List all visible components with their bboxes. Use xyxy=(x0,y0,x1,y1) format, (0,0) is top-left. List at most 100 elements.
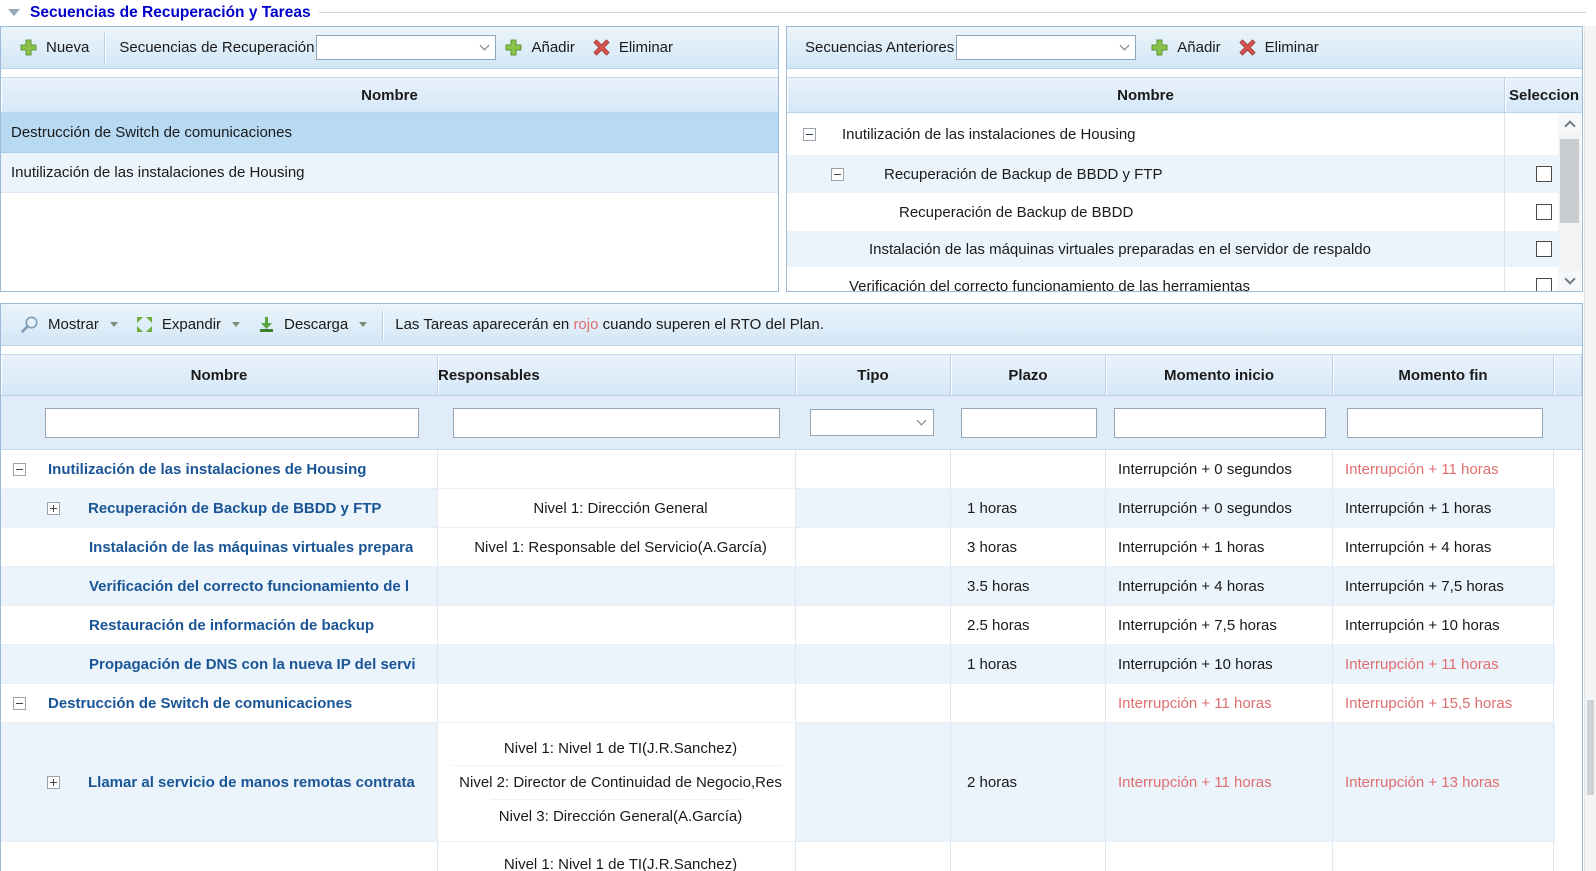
filter-nombre-input[interactable] xyxy=(45,408,419,438)
tasks-panel: Mostrar Expandir Descarga Las Tareas apa… xyxy=(0,303,1583,871)
tree-row[interactable]: Verificación del correcto funcionamiento… xyxy=(787,267,1582,291)
collapse-node-icon[interactable] xyxy=(803,128,816,141)
cell-tipo xyxy=(796,489,951,527)
cell-plazo xyxy=(951,684,1106,722)
plus-icon xyxy=(20,39,37,56)
recovery-toolbar: Nueva Secuencias de Recuperación Añadir … xyxy=(1,27,778,69)
select-checkbox[interactable] xyxy=(1536,166,1552,182)
column-header-tipo[interactable]: Tipo xyxy=(796,355,951,395)
task-tree-link[interactable]: Llamar al servicio de manos remotas cont… xyxy=(88,774,415,791)
scroll-up-button[interactable] xyxy=(1558,113,1581,133)
tree-row[interactable]: Recuperación de Backup de BBDD xyxy=(787,193,1582,231)
column-header-seleccion[interactable]: Seleccion xyxy=(1504,78,1582,112)
page-vertical-scrollbar[interactable] xyxy=(1584,26,1596,871)
filter-responsables-input[interactable] xyxy=(453,408,780,438)
recovery-sequences-panel: Nueva Secuencias de Recuperación Añadir … xyxy=(0,26,779,292)
task-name: Recuperación de Backup de BBDD y FTP xyxy=(884,166,1162,183)
collapse-node-icon[interactable] xyxy=(13,463,26,476)
scrollbar-thumb[interactable] xyxy=(1560,139,1579,223)
recovery-rows: Destrucción de Switch de comunicaciones … xyxy=(1,113,778,291)
filter-plazo-input[interactable] xyxy=(961,408,1097,438)
page-title: Secuencias de Recuperación y Tareas xyxy=(30,4,311,22)
task-row[interactable]: Instalación de las máquinas virtuales pr… xyxy=(1,528,1555,567)
show-menu-button[interactable]: Mostrar xyxy=(11,309,127,341)
task-name: Instalación de las máquinas virtuales pr… xyxy=(869,241,1371,258)
task-row[interactable]: Propagación de DNS con la nueva IP del s… xyxy=(1,645,1555,684)
task-tree-link[interactable]: Restauración de información de backup xyxy=(89,617,374,634)
task-tree-link[interactable]: Inutilización de las instalaciones de Ho… xyxy=(48,461,366,478)
task-tree-link[interactable]: Recuperación de Backup de BBDD y FTP xyxy=(88,500,381,517)
select-checkbox[interactable] xyxy=(1536,204,1552,220)
cell-responsables xyxy=(438,645,796,683)
cell-momento-inicio: Interrupción + 11 horas xyxy=(1106,684,1333,722)
cell-momento-fin: Interrupción + 4 horas xyxy=(1333,528,1554,566)
filter-momento-inicio-input[interactable] xyxy=(1114,408,1326,438)
table-row[interactable]: Inutilización de las instalaciones de Ho… xyxy=(1,153,778,193)
scroll-down-button[interactable] xyxy=(1558,271,1581,291)
add-sequence-button[interactable]: Añadir xyxy=(496,32,583,64)
collapse-node-icon[interactable] xyxy=(13,697,26,710)
collapse-node-icon[interactable] xyxy=(831,168,844,181)
task-row[interactable]: Verificación del correcto funcionamiento… xyxy=(1,567,1555,606)
column-header-momento-fin[interactable]: Momento fin xyxy=(1333,355,1554,395)
tree-row[interactable]: Inutilización de las instalaciones de Ho… xyxy=(787,113,1582,155)
task-tree-link[interactable]: Verificación del correcto funcionamiento… xyxy=(89,578,409,595)
responsable-entry: Nivel 2: Director de Continuidad de Nego… xyxy=(451,765,782,799)
column-header-nombre[interactable]: Nombre xyxy=(787,78,1504,112)
delete-sequence-button[interactable]: Eliminar xyxy=(584,32,682,64)
select-checkbox[interactable] xyxy=(1536,278,1552,291)
new-sequence-label: Nueva xyxy=(46,39,89,56)
add-previous-button[interactable]: Añadir xyxy=(1142,32,1229,64)
cell-momento-inicio: Interrupción + 10 horas xyxy=(1106,645,1333,683)
cell-momento-fin: Interrupción + 10 horas xyxy=(1333,606,1554,644)
responsable-entry: Nivel 3: Dirección General(A.García) xyxy=(491,799,742,833)
cell-momento-fin: Interrupción + 11 horas xyxy=(1333,450,1554,488)
sequence-name: Inutilización de las instalaciones de Ho… xyxy=(11,164,305,181)
tree-row[interactable]: Recuperación de Backup de BBDD y FTP xyxy=(787,155,1582,193)
task-row[interactable]: Recuperación de Backup de BBDD y FTP Niv… xyxy=(1,489,1555,528)
cell-plazo xyxy=(951,842,1106,871)
show-menu-label: Mostrar xyxy=(48,316,99,333)
tree-row[interactable]: Instalación de las máquinas virtuales pr… xyxy=(787,231,1582,267)
task-tree-link[interactable]: Instalación de las máquinas virtuales pr… xyxy=(89,539,413,556)
delete-previous-button[interactable]: Eliminar xyxy=(1230,32,1328,64)
select-checkbox[interactable] xyxy=(1536,241,1552,257)
column-header-momento-inicio[interactable]: Momento inicio xyxy=(1106,355,1333,395)
column-header-responsables[interactable]: Responsables xyxy=(438,355,796,395)
task-tree-link[interactable]: Propagación de DNS con la nueva IP del s… xyxy=(89,656,416,673)
cell-plazo: 1 horas xyxy=(951,489,1106,527)
task-row[interactable]: Destrucción de Switch de comunicaciones … xyxy=(1,684,1555,723)
chevron-down-icon xyxy=(917,416,927,426)
rto-notice-text: cuando superen el RTO del Plan. xyxy=(598,316,823,333)
column-header-nombre[interactable]: Nombre xyxy=(1,78,778,112)
task-row[interactable]: Inutilización de las instalaciones de Ho… xyxy=(1,450,1555,489)
scrollbar-thumb[interactable] xyxy=(1587,700,1594,795)
column-header-nombre[interactable]: Nombre xyxy=(1,355,438,395)
x-icon xyxy=(1239,39,1256,56)
expand-node-icon[interactable] xyxy=(47,502,60,515)
table-row[interactable]: Destrucción de Switch de comunicaciones xyxy=(1,113,778,153)
task-row[interactable]: Restauración de información de backup 2.… xyxy=(1,606,1555,645)
previous-sequence-select[interactable] xyxy=(956,35,1136,60)
cell-responsables xyxy=(438,450,796,488)
expand-menu-button[interactable]: Expandir xyxy=(127,309,249,341)
title-divider xyxy=(319,12,1586,13)
cell-momento-inicio: Interrupción + 0 segundos xyxy=(1106,489,1333,527)
vertical-scrollbar[interactable] xyxy=(1558,113,1581,291)
recovery-sequence-select[interactable] xyxy=(316,35,496,60)
task-row[interactable]: Llamar al servicio de manos remotas cont… xyxy=(1,723,1555,842)
filter-tipo-select[interactable] xyxy=(810,409,934,436)
expand-node-icon[interactable] xyxy=(47,776,60,789)
download-menu-button[interactable]: Descarga xyxy=(249,309,376,341)
new-sequence-button[interactable]: Nueva xyxy=(11,32,98,64)
responsable-entry: Nivel 1: Responsable del Servicio(A.Garc… xyxy=(466,531,767,564)
task-row[interactable]: Nivel 1: Nivel 1 de TI(J.R.Sanchez) xyxy=(1,842,1555,871)
download-menu-label: Descarga xyxy=(284,316,348,333)
filter-momento-fin-input[interactable] xyxy=(1347,408,1543,438)
x-icon xyxy=(593,39,610,56)
column-header-plazo[interactable]: Plazo xyxy=(951,355,1106,395)
chevron-down-icon xyxy=(1120,41,1130,51)
collapse-section-icon[interactable] xyxy=(8,9,20,16)
cell-tipo xyxy=(796,528,951,566)
task-tree-link[interactable]: Destrucción de Switch de comunicaciones xyxy=(48,695,352,712)
